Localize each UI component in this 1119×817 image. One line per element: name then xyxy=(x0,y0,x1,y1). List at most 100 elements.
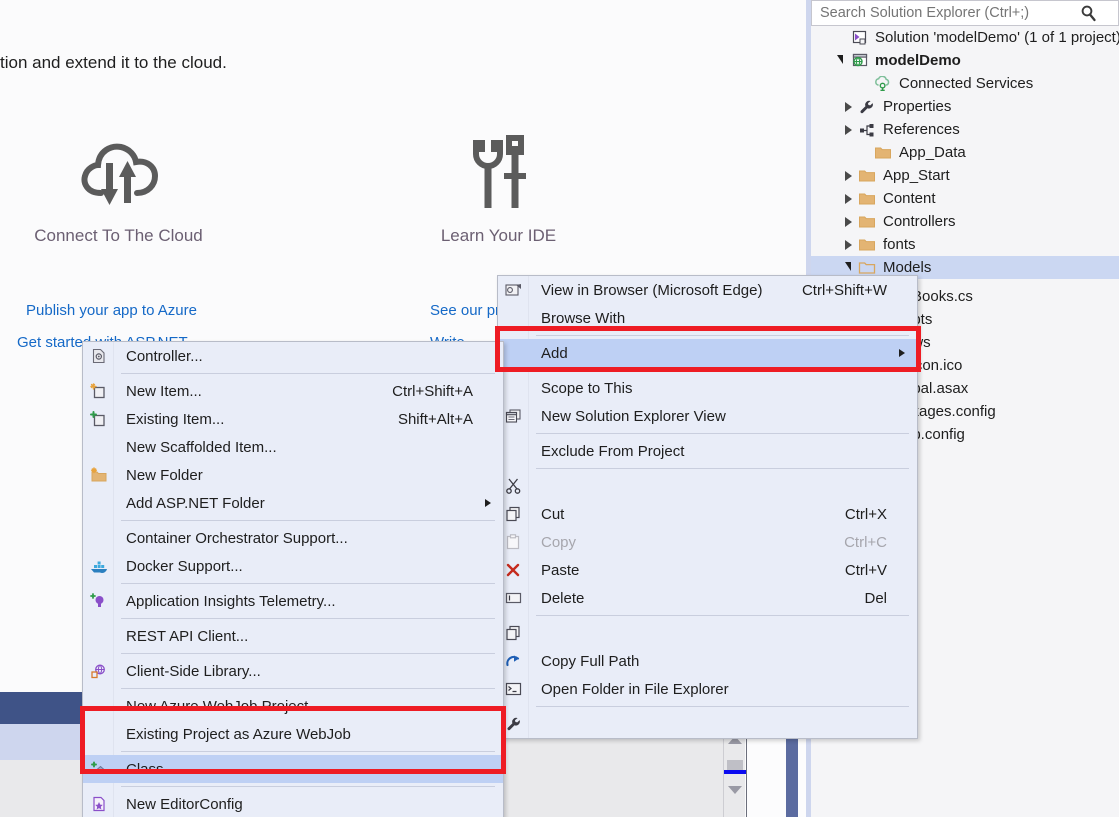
submenu-item-existing-project-as-azure-webjob[interactable]: Existing Project as Azure WebJob xyxy=(83,720,503,748)
submenu-item-controller[interactable]: Controller... xyxy=(83,342,503,370)
solution-explorer-context-menu[interactable]: View in Browser (Microsoft Edge) Ctrl+Sh… xyxy=(497,275,918,739)
submenu-arrow-icon xyxy=(485,499,491,507)
submenu-item-client-side-library[interactable]: Client-Side Library... xyxy=(83,657,503,685)
client-side-library-icon xyxy=(83,663,114,679)
submenu-item-label: New Folder xyxy=(126,466,203,484)
tree-item-content[interactable]: Content xyxy=(811,187,1119,210)
new-folder-icon xyxy=(83,467,114,483)
menu-item-properties[interactable] xyxy=(498,710,917,738)
menu-item-copy-full-path[interactable] xyxy=(498,619,917,647)
menu-item-paste[interactable]: Copy Ctrl+C xyxy=(498,528,917,556)
add-submenu[interactable]: Controller... New Item... Ctrl+Shift+A E… xyxy=(82,341,504,817)
controller-icon xyxy=(83,348,114,364)
menu-separator xyxy=(121,373,495,374)
submenu-item-new-item[interactable]: New Item... Ctrl+Shift+A xyxy=(83,377,503,405)
submenu-arrow-icon xyxy=(899,349,905,357)
tree-item-label: fonts xyxy=(883,236,916,253)
tree-item-app-data[interactable]: App_Data xyxy=(811,141,1119,164)
menu-item-shortcut: Ctrl+V xyxy=(844,561,887,579)
submenu-item-new-scaffolded-item[interactable]: New Scaffolded Item... xyxy=(83,433,503,461)
start-page-intro-text: tion and extend it to the cloud. xyxy=(0,53,227,72)
submenu-item-new-folder[interactable]: New Folder xyxy=(83,461,503,489)
menu-item-view-in-browser[interactable]: View in Browser (Microsoft Edge) Ctrl+Sh… xyxy=(498,276,917,304)
tree-item-label: modelDemo xyxy=(875,52,961,69)
solution-explorer-search[interactable] xyxy=(811,0,1119,26)
menu-item-rename[interactable]: Delete Del xyxy=(498,584,917,612)
sidebar-band-light xyxy=(0,724,82,760)
expander-collapse[interactable] xyxy=(840,262,856,272)
tree-item-fonts[interactable]: fonts xyxy=(811,233,1119,256)
class-icon xyxy=(83,761,114,777)
expander-expand[interactable] xyxy=(840,216,856,227)
new-item-icon xyxy=(83,383,114,399)
submenu-item-label: Existing Item... xyxy=(126,410,225,428)
menu-item-shortcut: Ctrl+C xyxy=(844,533,887,551)
menu-item-label: Paste xyxy=(541,561,580,579)
tree-item-label: Content xyxy=(883,190,936,207)
expander-expand[interactable] xyxy=(840,193,856,204)
folder-icon xyxy=(856,214,878,229)
docker-icon xyxy=(83,559,114,574)
submenu-item-new-editorconfig[interactable]: New EditorConfig xyxy=(83,790,503,817)
tree-item-label: App_Start xyxy=(883,167,950,184)
tree-item-label: Properties xyxy=(883,98,952,115)
tree-item-app-start[interactable]: App_Start xyxy=(811,164,1119,187)
submenu-item-label: Add ASP.NET Folder xyxy=(126,494,265,512)
tools-icon xyxy=(406,130,591,216)
tree-item-connected-services[interactable]: Connected Services xyxy=(811,72,1119,95)
tree-item-controllers[interactable]: Controllers xyxy=(811,210,1119,233)
tree-item-references[interactable]: References xyxy=(811,118,1119,141)
submenu-item-new-azure-webjob-project[interactable]: New Azure WebJob Project xyxy=(83,692,503,720)
scrollbar-thumb[interactable] xyxy=(727,760,743,770)
submenu-item-rest-api-client[interactable]: REST API Client... xyxy=(83,622,503,650)
web-project-icon xyxy=(848,53,870,69)
menu-item-label: Copy xyxy=(541,533,577,551)
expander-expand[interactable] xyxy=(840,101,856,112)
search-icon[interactable] xyxy=(1074,5,1102,22)
menu-item-delete[interactable]: Paste Ctrl+V xyxy=(498,556,917,584)
submenu-item-application-insights-telemetry[interactable]: Application Insights Telemetry... xyxy=(83,587,503,615)
menu-item-exclude-from-project[interactable]: Exclude From Project xyxy=(498,437,917,465)
menu-item-copy[interactable]: Cut Ctrl+X xyxy=(498,500,917,528)
expander-collapse[interactable] xyxy=(832,55,848,65)
menu-item-scope-to-this[interactable]: Scope to This xyxy=(498,374,917,402)
menu-separator xyxy=(121,520,495,521)
submenu-item-container-orchestrator-support[interactable]: Container Orchestrator Support... xyxy=(83,524,503,552)
tree-item-solution[interactable]: Solution 'modelDemo' (1 of 1 project) xyxy=(811,26,1119,49)
menu-item-cut[interactable] xyxy=(498,472,917,500)
submenu-item-label: Client-Side Library... xyxy=(126,662,261,680)
menu-item-open-folder-in-file-explorer[interactable]: Copy Full Path xyxy=(498,647,917,675)
scroll-down-arrow-icon[interactable] xyxy=(728,786,742,794)
expander-expand[interactable] xyxy=(840,170,856,181)
tile-connect-to-the-cloud[interactable]: Connect To The Cloud xyxy=(26,130,211,246)
submenu-item-docker-support[interactable]: Docker Support... xyxy=(83,552,503,580)
expander-expand[interactable] xyxy=(840,124,856,135)
menu-separator xyxy=(536,615,909,616)
submenu-item-class[interactable]: Class... xyxy=(83,755,503,783)
menu-item-open-in-terminal[interactable]: Open Folder in File Explorer xyxy=(498,675,917,703)
search-input[interactable] xyxy=(812,4,1074,22)
app-insights-icon xyxy=(83,593,114,609)
sidebar-band-grey xyxy=(0,760,82,817)
submenu-item-label: New Scaffolded Item... xyxy=(126,438,277,456)
tree-item-modeldemo[interactable]: modelDemo xyxy=(811,49,1119,72)
menu-item-new-solution-explorer-view[interactable]: New Solution Explorer View xyxy=(498,402,917,430)
menu-item-label: Add xyxy=(541,344,568,362)
menu-item-add[interactable]: Add xyxy=(498,339,917,367)
sidebar-band-dark xyxy=(0,692,82,724)
link-publish-your-app-to-azure[interactable]: Publish your app to Azure xyxy=(26,302,197,319)
existing-item-icon xyxy=(83,411,114,427)
tile-label: Connect To The Cloud xyxy=(34,226,203,245)
submenu-item-label: Existing Project as Azure WebJob xyxy=(126,725,351,743)
tile-learn-your-ide[interactable]: Learn Your IDE xyxy=(406,130,591,246)
view-in-browser-icon xyxy=(498,283,529,298)
submenu-item-existing-item[interactable]: Existing Item... Shift+Alt+A xyxy=(83,405,503,433)
tree-item-properties[interactable]: Properties xyxy=(811,95,1119,118)
submenu-item-add-aspnet-folder[interactable]: Add ASP.NET Folder xyxy=(83,489,503,517)
tree-item-label: Solution 'modelDemo' (1 of 1 project) xyxy=(875,29,1119,46)
folder-icon xyxy=(856,191,878,206)
expander-expand[interactable] xyxy=(840,239,856,250)
menu-item-browse-with[interactable]: Browse With xyxy=(498,304,917,332)
menu-separator xyxy=(536,433,909,434)
submenu-item-shortcut: Shift+Alt+A xyxy=(397,410,473,428)
